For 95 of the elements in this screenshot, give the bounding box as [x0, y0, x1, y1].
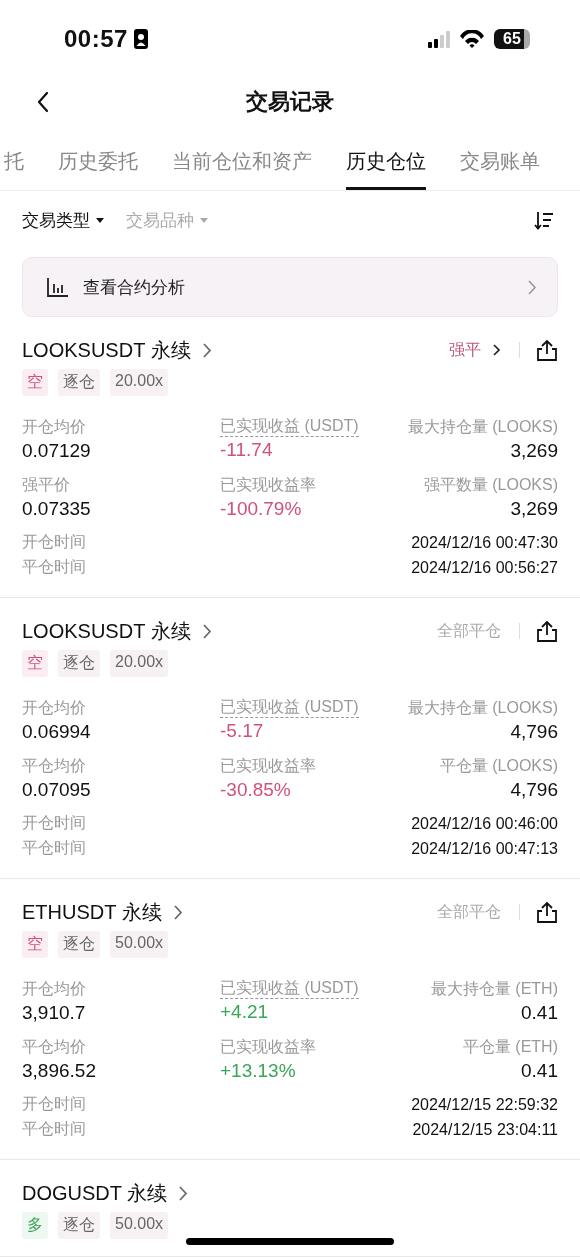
stat-value: +13.13% [220, 1059, 296, 1083]
stat-value: 0.07095 [22, 778, 91, 802]
stat-value: -30.85% [220, 778, 291, 802]
symbol-link[interactable]: LOOKSUSDT 永续 [22, 336, 212, 364]
share-icon[interactable] [536, 339, 558, 361]
tag: 逐仓 [58, 931, 100, 958]
tag: 逐仓 [58, 1212, 100, 1239]
tag: 50.00x [110, 931, 169, 958]
tab[interactable]: 当前仓位和资产 [172, 136, 312, 190]
stat-label: 已实现收益 (USDT) [220, 978, 359, 999]
chevron-right-icon [493, 344, 501, 356]
time-value: 2024/12/16 00:47:13 [411, 839, 558, 858]
share-icon[interactable] [536, 901, 558, 923]
tab[interactable]: 历史委托 [58, 136, 138, 190]
symbol-link[interactable]: DOGUSDT 永续 [22, 1179, 189, 1207]
stat-value: 0.41 [521, 1059, 558, 1083]
time-value: 2024/12/16 00:46:00 [411, 814, 558, 833]
banner-label: 查看合约分析 [83, 276, 185, 299]
stat-value: -100.79% [220, 497, 302, 521]
stat-label: 已实现收益率 [220, 1037, 316, 1057]
tag: 空 [22, 931, 48, 958]
stat-label: 开仓均价 [22, 417, 86, 437]
tab[interactable]: 历史仓位 [346, 136, 426, 190]
tab[interactable]: 交易账单 [460, 136, 540, 190]
tab[interactable]: 托 [4, 136, 24, 190]
stat-label: 平仓均价 [22, 1037, 86, 1057]
stat-label: 已实现收益 (USDT) [220, 697, 359, 718]
filter-dropdown[interactable]: 交易类型 [22, 208, 104, 232]
stat-value: 0.41 [521, 1001, 558, 1025]
stat-label: 平仓量 (LOOKS) [439, 756, 558, 776]
page-title: 交易记录 [246, 88, 334, 116]
stat-value: -11.74 [220, 438, 273, 462]
tag: 空 [22, 369, 48, 396]
chevron-right-icon [528, 279, 537, 295]
stat-value: 4,796 [510, 720, 558, 744]
tag: 50.00x [110, 1212, 169, 1239]
status-label: 全部平仓 [437, 620, 501, 641]
chevron-right-icon [202, 623, 212, 639]
share-icon[interactable] [536, 620, 558, 642]
time-value: 2024/12/16 00:47:30 [411, 533, 558, 552]
bar-chart-icon [47, 277, 69, 297]
back-icon[interactable] [36, 91, 50, 113]
time-value: 2024/12/16 00:56:27 [411, 558, 558, 577]
caret-icon [96, 217, 104, 223]
tag: 20.00x [110, 650, 169, 677]
stat-value: -5.17 [220, 719, 264, 743]
tag: 空 [22, 650, 48, 677]
signal-icon [428, 30, 450, 48]
stat-value: 0.07335 [22, 497, 91, 521]
time-label: 平仓时间 [22, 1119, 86, 1139]
stat-label: 最大持仓量 (LOOKS) [407, 417, 558, 437]
stat-value: 0.06994 [22, 720, 91, 744]
stat-label: 已实现收益率 [220, 756, 316, 776]
status-link[interactable]: 强平 [449, 339, 501, 361]
analysis-banner[interactable]: 查看合约分析 [22, 257, 558, 317]
stat-label: 最大持仓量 (LOOKS) [407, 698, 558, 718]
stat-label: 平仓均价 [22, 756, 86, 776]
stat-value: 3,910.7 [22, 1001, 86, 1025]
symbol-link[interactable]: LOOKSUSDT 永续 [22, 617, 212, 645]
chevron-right-icon [179, 1185, 189, 1201]
stat-value: 3,269 [510, 439, 558, 463]
tag: 多 [22, 1212, 48, 1239]
status-label: 全部平仓 [437, 901, 501, 922]
stat-label: 强平数量 (LOOKS) [423, 475, 558, 495]
stat-value: 4,796 [510, 778, 558, 802]
wifi-icon [460, 30, 484, 48]
time-value: 2024/12/15 22:59:32 [411, 1095, 558, 1114]
stat-value: 0.07129 [22, 439, 91, 463]
tag: 逐仓 [58, 650, 100, 677]
stat-label: 平仓量 (ETH) [462, 1037, 558, 1057]
symbol-link[interactable]: ETHUSDT 永续 [22, 898, 183, 926]
stat-label: 开仓均价 [22, 979, 86, 999]
sort-icon[interactable] [534, 210, 554, 230]
tag: 20.00x [110, 369, 169, 396]
stat-label: 已实现收益 (USDT) [220, 416, 359, 437]
time-label: 开仓时间 [22, 1094, 86, 1114]
clock-time: 00:57 [64, 25, 128, 53]
time-label: 开仓时间 [22, 813, 86, 833]
time-label: 平仓时间 [22, 838, 86, 858]
time-label: 开仓时间 [22, 532, 86, 552]
stat-label: 强平价 [22, 475, 70, 495]
person-card-icon [133, 29, 148, 49]
time-label: 平仓时间 [22, 557, 86, 577]
time-value: 2024/12/15 23:04:11 [412, 1120, 558, 1139]
chevron-right-icon [202, 342, 212, 358]
chevron-right-icon [173, 904, 183, 920]
stat-value: +4.21 [220, 1000, 269, 1024]
caret-icon [200, 217, 208, 223]
battery-icon: 65 [494, 29, 530, 49]
tag: 逐仓 [58, 369, 100, 396]
stat-value: 3,269 [510, 497, 558, 521]
stat-label: 已实现收益率 [220, 475, 316, 495]
stat-value: 3,896.52 [22, 1059, 96, 1083]
stat-label: 最大持仓量 (ETH) [430, 979, 558, 999]
stat-label: 开仓均价 [22, 698, 86, 718]
